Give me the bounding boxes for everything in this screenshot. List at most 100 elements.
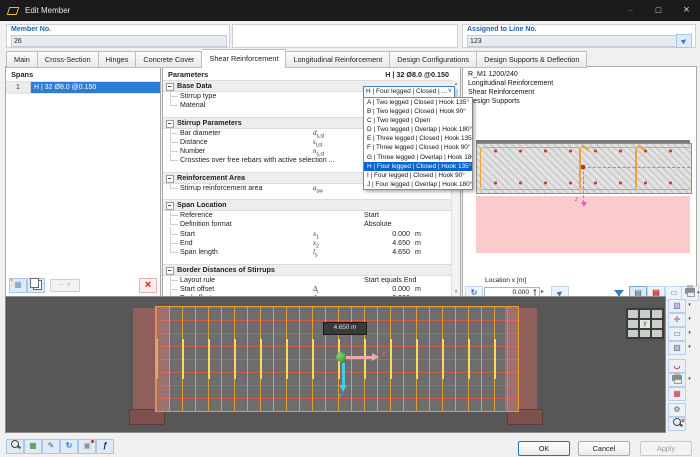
member-no-input[interactable] xyxy=(11,35,227,47)
view-navigator[interactable]: y xyxy=(626,308,664,339)
param-label: Stirrup reinforcement area xyxy=(180,184,262,193)
param-label: Start xyxy=(180,230,195,239)
print-dropdown-icon[interactable] xyxy=(686,376,693,382)
tab-hinges[interactable]: Hinges xyxy=(99,51,137,68)
stirrup-type-option[interactable]: B | Two legged | Closed | Hook 90° xyxy=(364,107,472,116)
stirrup-type-option[interactable]: H | Four legged | Closed | Hook 135° xyxy=(364,162,472,171)
param-value[interactable]: 4.650 xyxy=(364,239,410,248)
stirrup-type-option[interactable]: G | Three legged | Overlap | Hook 180° xyxy=(364,153,472,162)
nav-cell[interactable] xyxy=(652,330,662,338)
display-dropdown-icon[interactable] xyxy=(686,330,693,336)
nav-axis-cell[interactable]: y xyxy=(640,320,650,328)
stirrup-type-option[interactable]: E | Three legged | Closed | Hook 135° xyxy=(364,134,472,143)
copy-span-button[interactable] xyxy=(27,278,45,293)
nav-cell[interactable] xyxy=(652,320,662,328)
grid-settings-icon[interactable] xyxy=(78,439,96,454)
nav-cell[interactable] xyxy=(640,310,650,318)
stirrup-type-option[interactable]: F | Three legged | Closed | Hook 90° xyxy=(364,143,472,152)
axes-dropdown-icon[interactable] xyxy=(686,316,693,322)
zoom-reset-icon[interactable] xyxy=(668,417,686,431)
zoom-tool-icon[interactable] xyxy=(6,439,24,454)
assigned-line-input[interactable] xyxy=(467,35,677,47)
param-row-end[interactable]: Endx24.650m xyxy=(163,239,452,248)
close-icon[interactable] xyxy=(673,0,700,21)
settings-gear-icon[interactable] xyxy=(668,403,686,417)
rendering-dropdown-icon[interactable] xyxy=(686,344,693,350)
reinforcement-display-icon[interactable] xyxy=(668,387,686,401)
tab-cross-section[interactable]: Cross-Section xyxy=(38,51,99,68)
stirrup-type-option[interactable]: A | Two legged | Closed | Hook 135° xyxy=(364,98,472,107)
ok-button[interactable]: OK xyxy=(518,441,570,456)
param-unit: m xyxy=(415,285,421,294)
param-value[interactable]: Start xyxy=(364,211,410,220)
apply-button[interactable]: Apply xyxy=(640,441,692,456)
stirrup-type-option[interactable]: I | Four legged | Closed | Hook 90° xyxy=(364,171,472,180)
nav-cell[interactable] xyxy=(652,310,662,318)
view-dropdown-icon[interactable] xyxy=(686,302,693,308)
edit-tool-icon[interactable] xyxy=(42,439,60,454)
param-section-header: Border Distances of Stirrups xyxy=(163,264,452,276)
param-label: Distance xyxy=(180,138,208,147)
x-axis-arrowhead xyxy=(372,353,379,361)
nav-cell[interactable] xyxy=(628,330,638,338)
scroll-down-icon[interactable] xyxy=(452,288,460,296)
param-label: Crossties over free rebars with active s… xyxy=(180,156,335,165)
display-properties-icon[interactable] xyxy=(668,327,686,341)
parameters-subtitle: H | 32 Ø8.0 @0.150 xyxy=(385,70,449,79)
rendering-icon[interactable] xyxy=(668,341,686,355)
param-value[interactable]: Start equals End xyxy=(364,276,410,285)
member-viewport[interactable]: 4.650 m x' z' y xyxy=(5,296,666,433)
minimize-icon[interactable] xyxy=(617,0,644,21)
tab-design-configurations[interactable]: Design Configurations xyxy=(390,51,477,68)
print-dropdown-icon[interactable] xyxy=(697,290,700,296)
param-row-reference[interactable]: ReferenceStart xyxy=(163,211,452,220)
tab-main[interactable]: Main xyxy=(6,51,38,68)
stirrup-type-option[interactable]: C | Two legged | Open xyxy=(364,116,472,125)
param-row-start-offset[interactable]: Start offsetΔi0.000m xyxy=(163,285,452,294)
param-value[interactable]: Absolute xyxy=(364,220,410,229)
axes-display-icon[interactable] xyxy=(668,313,686,327)
delete-span-button[interactable] xyxy=(139,278,157,293)
stirrup-type-dropdown-list: A | Two legged | Closed | Hook 135°B | T… xyxy=(363,97,473,190)
section-axis-vertical xyxy=(583,167,584,203)
regenerate-tool-icon[interactable] xyxy=(60,439,78,454)
spans-toolbar xyxy=(6,278,160,293)
stirrup-type-value: H | Four legged | Closed | ... xyxy=(366,88,447,95)
add-span-button[interactable] xyxy=(9,278,27,293)
tab-design-supports-deflection[interactable]: Design Supports & Deflection xyxy=(477,51,587,68)
tab-concrete-cover[interactable]: Concrete Cover xyxy=(136,51,202,68)
param-row-start[interactable]: Startx10.000m xyxy=(163,230,452,239)
span-number-dropdown[interactable] xyxy=(50,279,80,292)
nav-cell[interactable] xyxy=(640,330,650,338)
param-row-span-length[interactable]: Span lengthls4.650m xyxy=(163,248,452,257)
stirrup-type-option[interactable]: J | Four legged | Overlap | Hook 180° xyxy=(364,180,472,189)
param-value[interactable]: 4.650 xyxy=(364,248,410,257)
param-unit: m xyxy=(415,239,421,248)
nav-cell[interactable] xyxy=(628,310,638,318)
tab-longitudinal-reinforcement[interactable]: Longitudinal Reinforcement xyxy=(286,51,390,68)
step-next-icon[interactable] xyxy=(541,288,544,295)
param-row-layout-rule[interactable]: Layout ruleStart equals End xyxy=(163,276,452,285)
cancel-button[interactable]: Cancel xyxy=(578,441,630,456)
param-value[interactable]: 0.000 xyxy=(364,230,410,239)
param-row-definition-format[interactable]: Definition formatAbsolute xyxy=(163,220,452,229)
table-tool-icon[interactable] xyxy=(24,439,42,454)
x-axis-label: x' xyxy=(382,351,387,358)
maximize-icon[interactable] xyxy=(645,0,672,21)
nav-cell[interactable] xyxy=(628,320,638,328)
stirrup-type-option[interactable]: D | Two legged | Overlap | Hook 180° xyxy=(364,125,472,134)
edit-member-dialog: Edit Member Member No. Assigned to Line … xyxy=(0,0,700,457)
span-row[interactable]: 1H | 32 Ø8.0 @0.150 xyxy=(6,82,160,94)
printer-shape xyxy=(685,288,695,294)
printer-shape xyxy=(672,375,682,381)
function-tool-icon[interactable] xyxy=(96,439,114,454)
x-axis-arrow xyxy=(346,356,372,359)
supports-icon[interactable] xyxy=(668,359,686,373)
select-line-pointer-icon[interactable] xyxy=(676,34,692,48)
viewport-print-icon[interactable] xyxy=(668,373,686,387)
tab-shear-reinforcement[interactable]: Shear Reinforcement xyxy=(202,49,286,68)
isometric-view-icon[interactable] xyxy=(668,299,686,313)
spans-table: 1H | 32 Ø8.0 @0.150 xyxy=(6,81,160,94)
preview-info-line: R_M1 1200/240 xyxy=(468,70,553,79)
param-value[interactable]: 0.000 xyxy=(364,285,410,294)
